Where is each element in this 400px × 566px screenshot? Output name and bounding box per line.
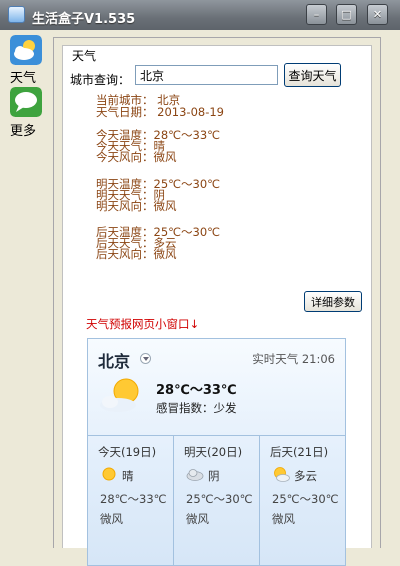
forecast-day-label: 明天(20日): [184, 445, 243, 459]
sidebar-item-label: 更多: [9, 124, 36, 139]
info-tomorrow-wind: 明天风向：微风: [96, 199, 177, 213]
city-query-input[interactable]: [135, 65, 278, 85]
cloud-icon: [186, 469, 204, 481]
forecast-temp: 25℃～30℃: [186, 492, 253, 506]
title-bar: 生活盒子V1.535 – □ ✕: [0, 0, 400, 30]
forecast-desc: 阴: [208, 469, 220, 483]
forecast-wind: 微风: [100, 512, 123, 526]
sidebar-item-label: 天气: [9, 71, 36, 86]
window-title: 生活盒子V1.535: [32, 12, 136, 27]
close-button[interactable]: ✕: [367, 4, 388, 25]
speech-bubble-icon: [10, 87, 42, 117]
maximize-button[interactable]: □: [336, 4, 357, 25]
info-today-wind: 今天风向：微风: [96, 150, 177, 164]
sun-icon: [102, 467, 116, 481]
forecast-day-1: 今天(19日) 晴 28℃～33℃ 微风: [88, 436, 173, 566]
forecast-day-2: 明天(20日) 阴 25℃～30℃ 微风: [173, 436, 259, 566]
forecast-wind: 微风: [186, 512, 209, 526]
city-dropdown-icon[interactable]: [140, 353, 151, 364]
forecast-desc: 晴: [122, 469, 134, 483]
forecast-desc: 多云: [294, 469, 317, 483]
sidebar: 天气 更多: [0, 30, 46, 548]
app-icon: [8, 6, 25, 23]
forecast-temp: 25℃～30℃: [272, 492, 339, 506]
info-dayafter-wind: 后天风向：微风: [96, 247, 177, 261]
forecast-day-3: 后天(21日) 多云 25℃～30℃ 微风: [259, 436, 345, 566]
minimize-button[interactable]: –: [306, 4, 327, 25]
cloud-sun-icon: [10, 35, 42, 65]
forecast-row: 今天(19日) 晴 28℃～33℃ 微风 明天(20日) 阴 25℃～30℃ 微…: [88, 435, 345, 566]
panel-title: 天气: [70, 47, 99, 64]
info-date: 天气日期： 2013-08-19: [96, 105, 224, 119]
today-temp-range: 28℃～33℃: [156, 383, 237, 398]
sun-cloud-icon: [100, 378, 139, 412]
city-query-label: 城市查询：: [70, 73, 131, 87]
widget-city: 北京: [98, 352, 131, 371]
query-weather-button[interactable]: 查询天气: [284, 63, 341, 87]
weather-widget: 北京 实时天气 21:06 28℃～33℃ 感冒指数：少发 今天(19日) 晴 …: [87, 338, 346, 566]
cold-index: 感冒指数：少发: [156, 401, 237, 415]
forecast-wind: 微风: [272, 512, 295, 526]
realtime-weather: 实时天气 21:06: [252, 352, 335, 366]
detail-params-button[interactable]: 详细参数: [304, 291, 362, 312]
forecast-temp: 28℃～33℃: [100, 492, 167, 506]
window-body: 天气 更多 天气 城市查询： 查询天气 当前城市： 北京 天气日期： 2013-…: [0, 30, 400, 566]
forecast-day-label: 今天(19日): [98, 445, 157, 459]
widget-caption: 天气预报网页小窗口↓: [86, 317, 200, 331]
partly-cloudy-icon: [274, 467, 290, 482]
forecast-day-label: 后天(21日): [270, 445, 329, 459]
